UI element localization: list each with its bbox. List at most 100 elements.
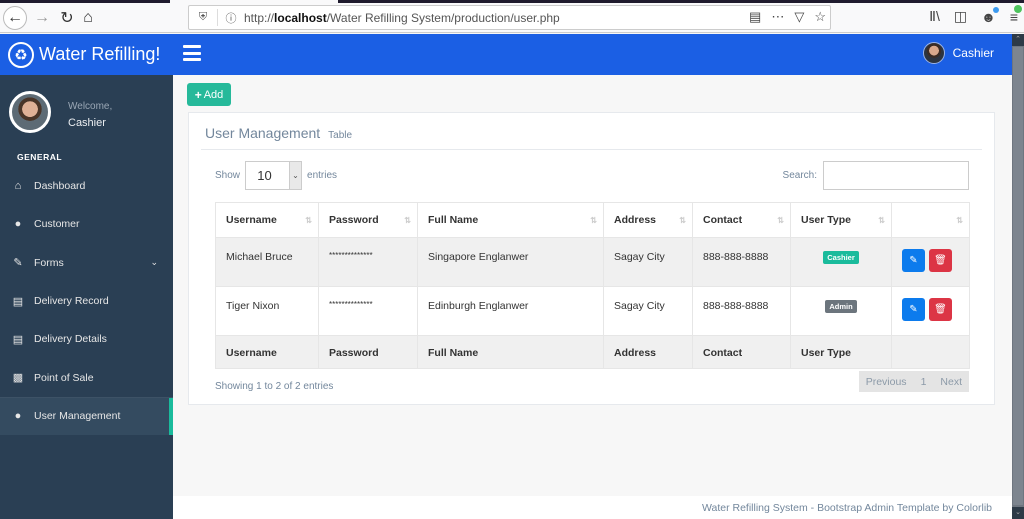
column-header-actions[interactable]: ⇅ — [891, 202, 970, 238]
column-header-label: Username — [226, 214, 277, 226]
sort-icon: ⇅ — [777, 216, 784, 225]
length-control: Show 10 ⌄ entries — [215, 161, 337, 190]
table-row: Michael Bruce ************** Singapore E… — [215, 237, 970, 287]
shield-icon[interactable]: ⛨ — [193, 11, 213, 24]
star-icon[interactable]: ☆ — [814, 9, 826, 25]
plus-icon: + — [194, 87, 202, 102]
forward-icon[interactable]: → — [30, 6, 54, 30]
footer-full-name: Full Name — [417, 335, 604, 369]
sidebar-item-forms[interactable]: ✎ Forms ⌄ — [0, 244, 173, 282]
entries-select-value: 10 — [257, 168, 272, 183]
sort-icon: ⇅ — [878, 216, 885, 225]
panel-title: User Management Table — [205, 125, 352, 141]
column-header-contact[interactable]: Contact ⇅ — [692, 202, 791, 238]
column-header-label: Address — [614, 214, 657, 226]
edit-button[interactable]: ✎ — [902, 298, 925, 321]
user-menu-name: Cashier — [952, 46, 994, 60]
column-header-label: Password — [329, 214, 379, 226]
url-separator — [217, 9, 218, 26]
cell-actions: ✎ 🗑 — [891, 237, 970, 287]
scroll-thumb[interactable] — [1013, 47, 1023, 505]
page-1-button[interactable]: 1 — [914, 376, 934, 388]
book-icon: ▤ — [12, 295, 24, 308]
sort-icon: ⇅ — [305, 216, 312, 225]
chevron-down-icon: ⌄ — [289, 162, 302, 189]
entries-label: entries — [307, 170, 338, 181]
sidebar-item-dashboard[interactable]: ⌂ Dashboard — [0, 167, 173, 205]
sidebar-item-customer[interactable]: ● Customer — [0, 205, 173, 243]
footer-password: Password — [318, 335, 418, 369]
column-header-password[interactable]: Password ⇅ — [318, 202, 418, 238]
avatar — [922, 42, 945, 64]
sort-icon: ⇅ — [956, 216, 963, 225]
footer-actions — [891, 335, 970, 369]
url-text[interactable]: http://localhost/Water Refilling System/… — [244, 11, 560, 25]
info-icon[interactable]: ⓘ — [222, 10, 240, 26]
main-content: + Add User Management Table Show 10 ⌄ ent… — [173, 75, 1012, 496]
column-header-full-name[interactable]: Full Name ⇅ — [417, 202, 604, 238]
back-icon[interactable]: ← — [3, 6, 27, 30]
menu-icon[interactable]: ≡ — [1010, 4, 1023, 25]
url-path: /Water Refilling System/production/user.… — [326, 10, 560, 25]
sidebar-item-label: Delivery Record — [34, 295, 109, 308]
brand[interactable]: ♻ Water Refilling! — [0, 34, 173, 75]
sidebar-item-delivery-details[interactable]: ▤ Delivery Details — [0, 320, 173, 358]
address-bar[interactable]: ⛨ ⓘ http://localhost/Water Refilling Sys… — [188, 5, 831, 30]
cell-address: Sagay City — [603, 237, 693, 287]
sort-icon: ⇅ — [590, 216, 597, 225]
search-control: Search: — [783, 161, 969, 190]
user-menu[interactable]: Cashier — [922, 42, 994, 64]
reader-icon[interactable]: ▤ — [749, 9, 761, 25]
add-button[interactable]: + Add — [187, 83, 231, 106]
url-host: localhost — [274, 10, 327, 25]
url-actions: ▤ ⋯ ▽ ☆ — [749, 9, 826, 25]
footer-text: Water Refilling System - Bootstrap Admin… — [701, 502, 992, 514]
browser-toolbar: ← → ↻ ⌂ ⛨ ⓘ http://localhost/Water Refil… — [0, 3, 1024, 33]
more-icon[interactable]: ⋯ — [771, 9, 784, 25]
edit-icon: ✎ — [909, 304, 918, 315]
next-button[interactable]: Next — [933, 376, 969, 388]
previous-button[interactable]: Previous — [859, 376, 914, 388]
table-info: Showing 1 to 2 of 2 entries — [215, 381, 334, 392]
list-alt-icon: ▤ — [12, 333, 24, 346]
sidebar-item-user-management[interactable]: ● User Management — [0, 396, 173, 436]
search-input[interactable] — [823, 161, 969, 190]
show-label: Show — [215, 170, 241, 181]
sidebar-item-label: Delivery Details — [34, 333, 107, 346]
cell-full-name: Edinburgh Englanwer — [417, 286, 604, 336]
column-header-address[interactable]: Address ⇅ — [603, 202, 693, 238]
account-icon[interactable]: ☻ — [981, 6, 999, 25]
sidebar-item-delivery-record[interactable]: ▤ Delivery Record — [0, 282, 173, 320]
column-header-username[interactable]: Username ⇅ — [215, 202, 319, 238]
delete-button[interactable]: 🗑 — [929, 298, 952, 321]
cell-password: ************** — [318, 286, 418, 336]
scroll-down-icon[interactable]: ⌄ — [1012, 507, 1024, 519]
sidebar-item-label: Dashboard — [34, 180, 86, 193]
search-label: Search: — [782, 170, 817, 181]
cell-username: Michael Bruce — [215, 237, 319, 287]
sort-icon: ⇅ — [679, 216, 686, 225]
delete-button[interactable]: 🗑 — [929, 249, 952, 272]
divider — [201, 149, 982, 150]
column-header-user-type[interactable]: User Type ⇅ — [790, 202, 892, 238]
sidebar-item-point-of-sale[interactable]: ▩ Point of Sale — [0, 358, 173, 396]
sidebar-item-label: User Management — [34, 410, 121, 423]
sidebar-item-label: Point of Sale — [34, 371, 94, 384]
scrollbar[interactable]: ⌃ ⌄ — [1012, 34, 1024, 519]
menu-toggle-icon[interactable] — [183, 45, 201, 61]
cell-user-type: Cashier — [790, 237, 892, 287]
sidebar-item-label: Forms — [34, 256, 64, 269]
cell-full-name: Singapore Englanwer — [417, 237, 604, 287]
home-icon[interactable]: ⌂ — [76, 6, 100, 30]
entries-select[interactable]: 10 ⌄ — [245, 161, 303, 190]
library-icon[interactable]: Ⅱ\ — [929, 8, 940, 25]
sidebar-icon[interactable]: ◫ — [954, 8, 967, 25]
edit-button[interactable]: ✎ — [902, 249, 925, 272]
status-badge: Cashier — [823, 251, 859, 264]
sort-icon: ⇅ — [404, 216, 411, 225]
table-footer-row: Username Password Full Name Address Cont… — [215, 335, 970, 369]
welcome-text: Welcome, — [68, 101, 113, 112]
pocket-icon[interactable]: ▽ — [794, 9, 804, 25]
user-management-panel: User Management Table Show 10 ⌄ entries S… — [188, 112, 995, 405]
scroll-up-icon[interactable]: ⌃ — [1012, 34, 1024, 46]
